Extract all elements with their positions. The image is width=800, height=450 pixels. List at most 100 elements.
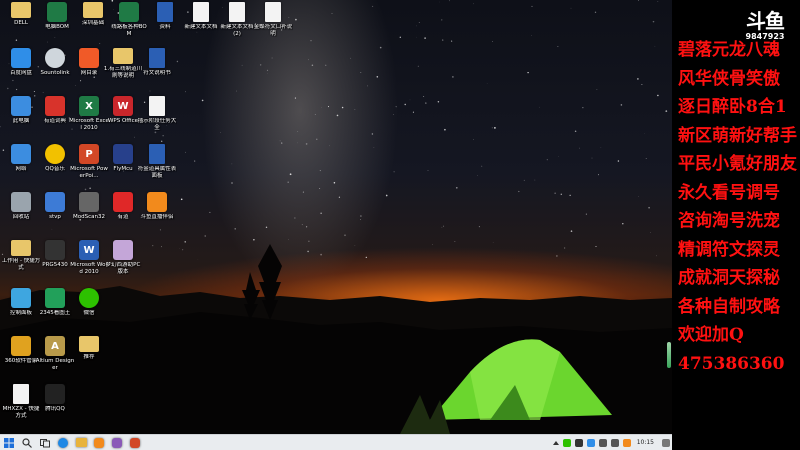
ad-line: 成就洞天探秘: [678, 268, 780, 288]
qq-tray-icon[interactable]: [574, 438, 583, 447]
grid-icon: [11, 336, 31, 356]
task-view-icon: [40, 438, 50, 447]
ad-line: 各种自制攻略: [678, 296, 780, 317]
doc-icon: [149, 144, 165, 164]
desktop-icon[interactable]: 斗鱼直播伴侣: [138, 192, 176, 238]
desktop-icon[interactable]: 新建文本文档: [182, 2, 220, 48]
book-icon: [45, 96, 65, 116]
desktop-icon-label: 新建文本文档: [184, 24, 218, 30]
tool-icon: [45, 192, 65, 212]
desktop-icon[interactable]: 插示阶段任务大全: [138, 96, 176, 142]
taskbar-app-office[interactable]: [128, 436, 142, 450]
net-icon: [11, 144, 31, 164]
ad-line: 风华侠骨笑傲: [678, 68, 780, 89]
desktop-icon-label: 符金道具属性表面板: [137, 166, 177, 179]
task-view-button[interactable]: [38, 436, 52, 450]
search-icon: [22, 437, 32, 448]
desktop-icon[interactable]: DELL: [2, 2, 40, 48]
edge-icon: [58, 437, 68, 448]
ad-line: 新区萌新好帮手: [678, 125, 797, 146]
desktop-icon[interactable]: 符文说明书: [138, 48, 176, 94]
xls-icon: [47, 2, 67, 22]
windows-logo-icon: [4, 437, 14, 448]
desktop-icon-label: 金蝶符文口补说明: [253, 24, 293, 37]
desktop-icon[interactable]: 金蝶符文口补说明: [254, 2, 292, 48]
chevron-up-icon[interactable]: [552, 440, 559, 445]
music-icon: [45, 144, 65, 164]
txt-icon: [193, 2, 209, 22]
ad-line: 咨询淘号洗宠: [678, 211, 780, 231]
folder-icon: [75, 438, 87, 447]
taskbar-app-douyu[interactable]: [92, 436, 106, 450]
desktop-icon-label: 电脑BOM: [45, 24, 69, 30]
game-icon: [112, 437, 122, 448]
desktop-icon[interactable]: 电脑BOM: [38, 2, 76, 48]
taskbar-app-edge[interactable]: [56, 436, 70, 450]
ad-line: 精调符文探灵: [678, 239, 780, 260]
W-icon: W: [79, 240, 99, 260]
desktop-icon-label: 微信: [83, 310, 95, 316]
desktop-icon-label: 腾讯QQ: [45, 406, 65, 412]
qq-icon: [45, 384, 65, 404]
desktop-icon[interactable]: 线路板各种BOM: [110, 2, 148, 48]
system-tray: 10:15: [551, 435, 672, 450]
doc-icon: [157, 2, 173, 22]
fly-icon: [113, 144, 133, 164]
ad-line: 逐日醉卧8合1: [678, 97, 787, 117]
W-icon: W: [113, 96, 133, 116]
desktop-icon-label: 插示阶段任务大全: [137, 118, 177, 131]
pc-icon: [11, 96, 31, 116]
desktop-icon[interactable]: 腾讯QQ: [36, 384, 74, 430]
txt-icon: [149, 96, 165, 116]
fish-icon: [147, 192, 167, 212]
chip-icon: [45, 240, 65, 260]
game-icon: [113, 240, 133, 260]
app-icon: [79, 48, 99, 68]
ad-text-block: 碧落元龙八魂 风华侠骨笑傲 逐日醉卧8合1 新区萌新好帮手 平民小氪好朋友 永久看号调号咨…: [678, 36, 800, 378]
folder-icon: [79, 336, 99, 352]
desktop-icon-label: 斗鱼直播伴侣: [140, 214, 174, 220]
P-icon: P: [79, 144, 99, 164]
desktop-icon[interactable]: 符金道具属性表面板: [138, 144, 176, 190]
img-icon: [45, 288, 65, 308]
notification-icon[interactable]: [662, 438, 670, 447]
desktop-icon[interactable]: 推荐: [70, 336, 108, 382]
panel-icon: [11, 288, 31, 308]
taskbar: 10:15: [0, 434, 672, 450]
doc-icon: [149, 48, 165, 68]
desktop-icon[interactable]: 微信: [70, 288, 108, 334]
desktop-icon[interactable]: 新建文本文档(2): [218, 2, 256, 48]
txt-icon: [229, 2, 245, 22]
xls-icon: [119, 2, 139, 22]
ime-icon[interactable]: [622, 438, 631, 447]
desktop-wallpaper: DELL 电脑BOM 深圳基础线路板各种BOM 资料 新建文本文档 新建文本文档(2) 金蝶…: [0, 0, 672, 434]
desktop-icon[interactable]: 深圳基础: [74, 2, 112, 48]
logo-text: 斗鱼: [746, 9, 785, 33]
txt-icon: [13, 384, 29, 404]
network-icon[interactable]: [598, 438, 607, 447]
taskbar-clock[interactable]: 10:15: [637, 439, 654, 446]
taskbar-app-explorer[interactable]: [74, 436, 88, 450]
chat-icon: [79, 288, 99, 308]
start-button[interactable]: [2, 436, 16, 450]
wechat-tray-icon[interactable]: [562, 438, 571, 447]
desktop-icon[interactable]: 资料: [146, 2, 184, 48]
desktop-icon-label: 深圳基础: [81, 20, 104, 26]
search-button[interactable]: [20, 436, 34, 450]
desktop-icon-label: 资料: [159, 24, 171, 30]
taskbar-app-game[interactable]: [110, 436, 124, 450]
desktop-icon-label: 推荐: [83, 354, 95, 360]
bin-icon: [11, 192, 31, 212]
A-icon: A: [45, 336, 65, 356]
desktop-icon-label: 符文说明书: [143, 70, 171, 76]
volume-icon[interactable]: [610, 438, 619, 447]
desktop-icon-label: DELL: [14, 20, 28, 26]
folder-icon: [11, 240, 31, 256]
app-icon: [113, 192, 133, 212]
desktop-icon[interactable]: 梦幻西游助PC版本: [104, 240, 142, 286]
desktop-icon-label: 线路板各种BOM: [111, 24, 147, 37]
cloud-tray-icon[interactable]: [586, 438, 595, 447]
scroll-handle[interactable]: [667, 342, 671, 368]
douyu-icon: [94, 437, 104, 448]
ad-line: 475386360: [678, 353, 785, 374]
